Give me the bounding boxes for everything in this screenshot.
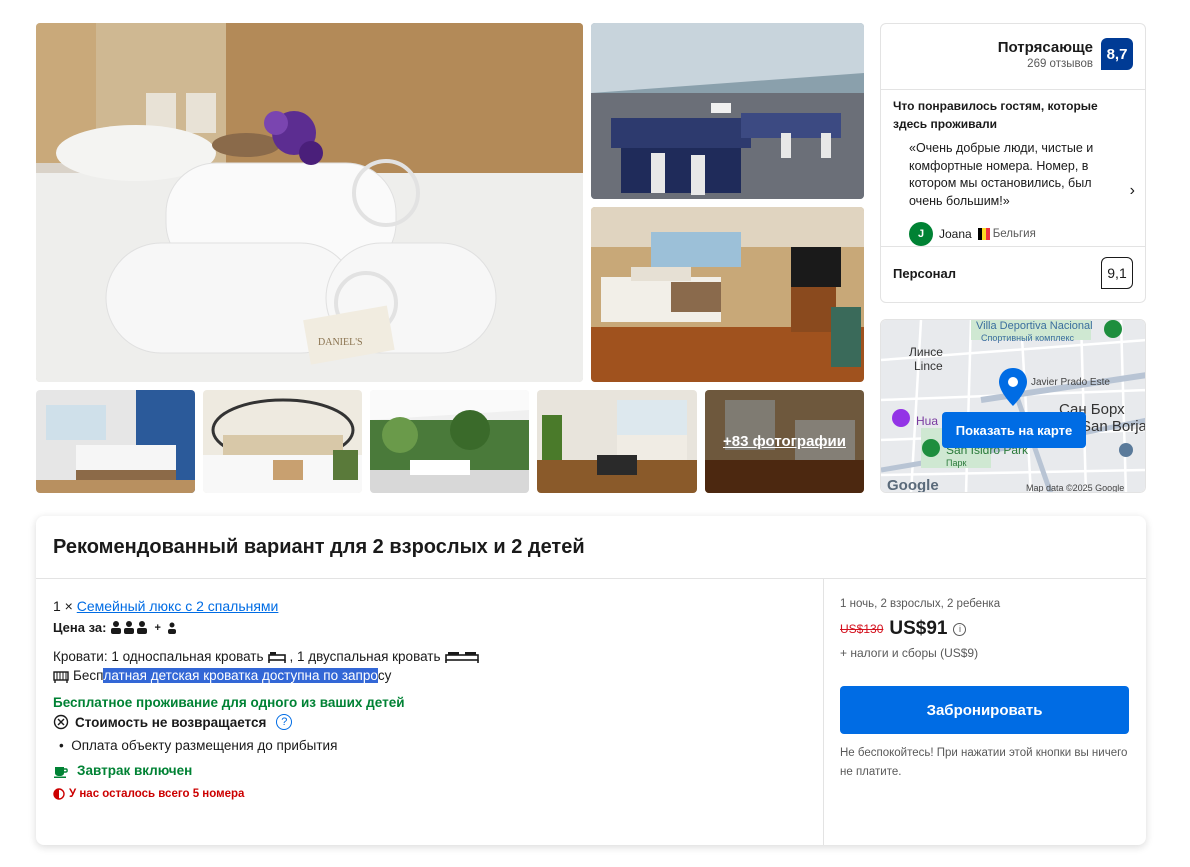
stay-info: 1 ночь, 2 взрослых, 2 ребенка bbox=[840, 598, 1001, 610]
price-for-label: Цена за: bbox=[53, 620, 107, 635]
plus-sign: + bbox=[154, 621, 161, 634]
rooms-left-warning: У нас осталось всего 5 номера bbox=[53, 788, 813, 800]
current-price: US$91 bbox=[889, 618, 948, 639]
park-pin-icon bbox=[1104, 320, 1122, 338]
adults-icon bbox=[111, 620, 148, 634]
crib-text: Бесплатная детская кроватка доступна по … bbox=[73, 668, 392, 683]
divider bbox=[881, 89, 1145, 90]
photo-bedroom-blue[interactable] bbox=[36, 390, 195, 493]
payment-policy-text: Оплата объекту размещения до прибытия bbox=[71, 738, 338, 753]
no-refund-icon bbox=[53, 714, 69, 730]
tree-pin-icon bbox=[922, 439, 940, 457]
category-score-row: Персонал 9,1 bbox=[893, 257, 1133, 289]
room-name-link[interactable]: Семейный люкс с 2 спальнями bbox=[77, 598, 279, 614]
divider bbox=[881, 246, 1145, 247]
non-refundable-text: Стоимость не возвращается bbox=[75, 714, 267, 730]
price-info-icon[interactable]: i bbox=[953, 622, 967, 636]
payment-policy: • Оплата объекту размещения до прибытия bbox=[59, 738, 338, 753]
map-preview[interactable]: Villa Deportiva Nacional Спортивный комп… bbox=[880, 319, 1146, 493]
photo-living-room[interactable] bbox=[537, 390, 697, 493]
no-charge-note: Не беспокойтесь! При нажатии этой кнопки… bbox=[840, 747, 1128, 778]
price-for: Цена за: + bbox=[53, 620, 813, 635]
divider bbox=[36, 578, 1146, 579]
map-attribution[interactable]: Map data ©2025 Google bbox=[1026, 483, 1124, 493]
non-refundable-policy: Стоимость не возвращается ? bbox=[53, 714, 813, 730]
category-label: Персонал bbox=[893, 265, 957, 281]
divider bbox=[823, 578, 824, 845]
guests-liked-heading: Что понравилось гостям, которые здесь пр… bbox=[893, 99, 1098, 131]
category-score: 9,1 bbox=[1101, 257, 1133, 289]
book-button[interactable]: Забронировать bbox=[840, 686, 1129, 734]
reviewer-country: Бельгия bbox=[977, 228, 1036, 240]
child-icon bbox=[167, 622, 176, 634]
belgium-flag-icon bbox=[977, 228, 990, 240]
map-label: Hua bbox=[916, 414, 938, 428]
review-summary-card: Потрясающе 269 отзывов 8,7 Что понравило… bbox=[880, 23, 1146, 303]
map-label: Парк bbox=[946, 458, 966, 468]
breakfast-included: Завтрак включен bbox=[53, 763, 813, 778]
towel-tag-text: DANIEL'S bbox=[318, 337, 363, 348]
chevron-right-icon[interactable]: › bbox=[1130, 182, 1135, 200]
reviewer-name: Joana bbox=[939, 227, 972, 241]
room-line: 1 × Семейный люкс с 2 спальнями bbox=[53, 598, 813, 614]
single-bed-icon bbox=[267, 651, 286, 663]
photo-more-gallery[interactable]: +83 фотографии bbox=[705, 390, 864, 493]
half-circle-icon bbox=[53, 788, 65, 800]
offer-details: 1 × Семейный люкс с 2 спальнями Цена за:… bbox=[53, 598, 813, 800]
beds-single-text: Кровати: 1 односпальная кровать bbox=[53, 649, 264, 664]
map-label: Линсе bbox=[909, 345, 943, 359]
photo-bed-headboard[interactable] bbox=[203, 390, 362, 493]
price-panel: 1 ночь, 2 взрослых, 2 ребенка US$130 US$… bbox=[840, 598, 1130, 782]
old-price: US$130 bbox=[840, 622, 884, 636]
transit-icon bbox=[1119, 443, 1133, 457]
recommended-offer-card: Рекомендованный вариант для 2 взрослых и… bbox=[36, 516, 1146, 845]
beds-info: Кровати: 1 односпальная кровать , 1 двус… bbox=[53, 649, 813, 664]
offer-title: Рекомендованный вариант для 2 взрослых и… bbox=[53, 536, 585, 558]
avatar: J bbox=[909, 222, 933, 246]
crib-icon bbox=[53, 670, 69, 683]
breakfast-text: Завтрак включен bbox=[77, 763, 193, 778]
price-row: US$130 US$91 i bbox=[840, 618, 1130, 640]
reviews-count[interactable]: 269 отзывов bbox=[998, 58, 1093, 70]
crib-info: Бесплатная детская кроватка доступна по … bbox=[53, 668, 813, 683]
main-photo-towels[interactable]: DANIEL'S bbox=[36, 23, 583, 382]
photo-garden-terrace[interactable] bbox=[370, 390, 529, 493]
google-logo: Google bbox=[887, 477, 939, 493]
museum-pin-icon bbox=[892, 409, 910, 427]
map-label: San Borja bbox=[1081, 418, 1146, 435]
more-photos-overlay[interactable]: +83 фотографии bbox=[705, 390, 864, 493]
double-bed-icon bbox=[444, 651, 479, 663]
review-quote: «Очень добрые люди, чистые и комфортные … bbox=[909, 141, 1094, 208]
coffee-cup-icon bbox=[54, 766, 68, 778]
map-label: Villa Deportiva Nacional bbox=[976, 320, 1093, 332]
map-label: Lince bbox=[914, 359, 943, 373]
question-icon[interactable]: ? bbox=[276, 714, 293, 730]
map-canvas: Villa Deportiva Nacional Спортивный комп… bbox=[881, 320, 1146, 493]
free-kids-stay: Бесплатное проживание для одного из ваши… bbox=[53, 695, 405, 710]
rating-header[interactable]: Потрясающе 269 отзывов 8,7 bbox=[998, 38, 1133, 70]
more-photos-link[interactable]: +83 фотографии bbox=[723, 433, 846, 450]
beds-double-text: , 1 двуспальная кровать bbox=[289, 649, 441, 664]
photo-suite-bedroom[interactable] bbox=[591, 207, 864, 382]
score-badge: 8,7 bbox=[1101, 38, 1133, 70]
rating-word: Потрясающе bbox=[997, 38, 1093, 56]
show-on-map-button[interactable]: Показать на карте bbox=[942, 412, 1086, 448]
room-quantity: 1 × bbox=[53, 598, 73, 614]
taxes-fees: + налоги и сборы (US$9) bbox=[840, 646, 979, 660]
rooms-left-text: У нас осталось всего 5 номера bbox=[69, 788, 245, 800]
reviewer: J Joana Бельгия bbox=[909, 222, 1036, 246]
photo-conference-room[interactable] bbox=[591, 23, 864, 199]
map-label: Javier Prado Este bbox=[1031, 377, 1110, 388]
map-label: Спортивный комплекс bbox=[981, 333, 1074, 343]
